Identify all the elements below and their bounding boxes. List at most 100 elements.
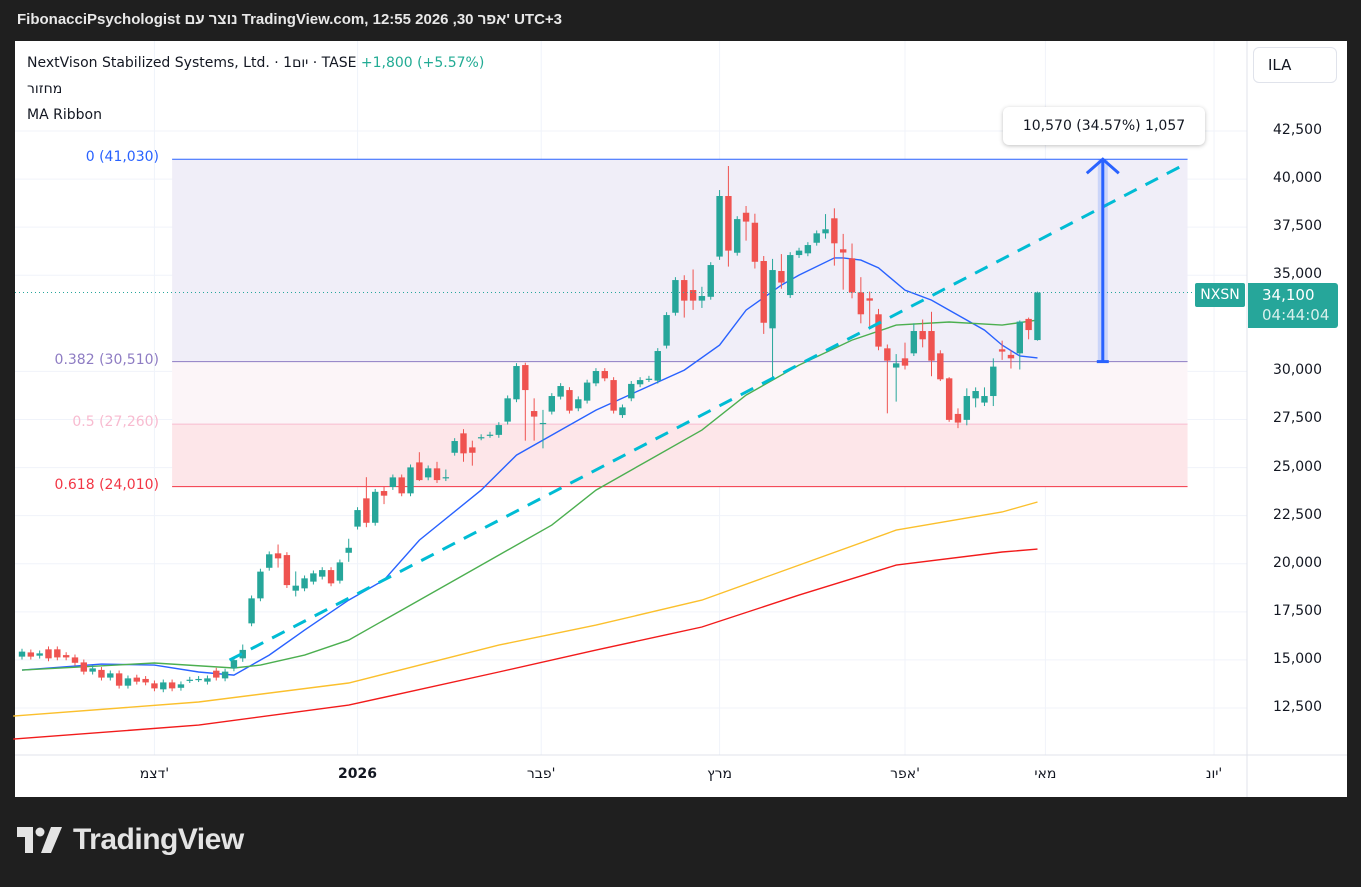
candle xyxy=(663,312,670,349)
candle-body xyxy=(89,668,96,672)
candle-body xyxy=(442,477,450,479)
candle-body xyxy=(610,380,617,411)
last-price-badge: 34,100 04:44:04 xyxy=(1248,283,1338,328)
candle xyxy=(107,670,114,681)
candle-body xyxy=(27,652,35,657)
candle-body xyxy=(460,433,467,454)
candle-body xyxy=(654,351,661,381)
candle xyxy=(380,486,388,505)
candle-body xyxy=(354,510,361,527)
candle xyxy=(945,377,953,422)
candle-body xyxy=(177,684,185,688)
candle xyxy=(168,679,176,692)
candle xyxy=(875,308,882,351)
candle xyxy=(707,262,714,300)
legend-volume[interactable]: מחזור xyxy=(27,81,62,97)
candle-body xyxy=(628,383,635,399)
fib-zone-0.382 xyxy=(172,361,1188,425)
candle-body xyxy=(822,229,829,234)
candle xyxy=(610,377,617,414)
candle-body xyxy=(910,331,918,354)
tradingview-logo: TradingView xyxy=(17,823,244,857)
price-tick-label: 37,500 xyxy=(1273,218,1322,235)
candle-body xyxy=(725,196,732,251)
candle-body xyxy=(972,391,979,399)
fib-level-label: 0.5 (27,260) xyxy=(72,414,159,431)
candle xyxy=(221,668,229,682)
candle-body xyxy=(213,670,220,678)
candle-body xyxy=(937,353,944,380)
candle-body xyxy=(327,570,335,584)
candle xyxy=(716,190,723,260)
candle-body xyxy=(751,222,759,262)
candle-body xyxy=(266,554,273,568)
candle-body xyxy=(62,655,70,658)
candle-body xyxy=(257,571,264,599)
candle-body xyxy=(919,331,926,340)
candle-body xyxy=(566,390,573,411)
candle xyxy=(213,667,220,681)
candle-body xyxy=(645,378,653,380)
candle-body xyxy=(398,477,405,494)
time-tick-label: מאי xyxy=(1034,766,1057,782)
candle-body xyxy=(557,386,564,397)
candle-body xyxy=(416,462,423,481)
candle-body xyxy=(142,678,149,683)
fib-level-label: 0 (41,030) xyxy=(85,149,159,166)
candle xyxy=(336,559,344,584)
candle-body xyxy=(98,669,105,678)
currency-button[interactable]: ILA xyxy=(1253,47,1337,83)
candle-body xyxy=(230,660,238,669)
candle xyxy=(513,363,520,403)
candle-body xyxy=(734,219,741,253)
candle-body xyxy=(469,447,476,453)
candle xyxy=(583,379,591,404)
legend-symbol[interactable]: NextVison Stabilized Systems, Ltd. · 1יו… xyxy=(27,55,484,71)
candle xyxy=(195,676,202,683)
candle-body xyxy=(115,673,123,686)
candle-body xyxy=(1016,321,1023,354)
candle-body xyxy=(36,653,43,656)
candle-body xyxy=(778,271,785,283)
candle xyxy=(115,670,123,689)
candle-body xyxy=(928,331,935,361)
candle-body xyxy=(998,349,1006,352)
candle xyxy=(54,646,61,661)
candle xyxy=(937,350,944,382)
candle-body xyxy=(760,261,767,323)
time-tick-label: פבר' xyxy=(526,766,556,782)
candle-body xyxy=(451,441,458,453)
candle-body xyxy=(681,280,688,301)
candle-body xyxy=(195,678,202,681)
moving-average-line xyxy=(13,501,1038,717)
candle xyxy=(734,216,741,256)
candle-body xyxy=(672,280,679,313)
candle-body xyxy=(407,467,414,494)
candle-body xyxy=(857,292,865,315)
candle-body xyxy=(248,598,255,624)
moving-average-line xyxy=(13,548,1038,740)
last-price: 34,100 xyxy=(1262,286,1315,304)
candle-body xyxy=(716,196,723,257)
candle xyxy=(354,507,361,530)
price-tick-label: 20,000 xyxy=(1273,554,1322,571)
candle xyxy=(133,674,140,685)
candle-body xyxy=(707,265,714,297)
price-tick-label: 30,000 xyxy=(1273,362,1322,379)
candle xyxy=(760,256,767,334)
candle-body xyxy=(795,250,803,256)
candle xyxy=(186,676,193,683)
time-tick-label: יונ' xyxy=(1205,766,1223,782)
candle-body xyxy=(45,649,52,659)
candle xyxy=(628,381,635,402)
candle-body xyxy=(513,366,520,400)
candle xyxy=(204,675,211,685)
candle-body xyxy=(698,296,706,301)
legend-ma-ribbon[interactable]: MA Ribbon xyxy=(27,107,102,123)
candle-body xyxy=(619,407,626,416)
candle-body xyxy=(1025,318,1032,331)
candle-body xyxy=(592,371,600,384)
candle xyxy=(257,568,264,602)
candle-body xyxy=(319,570,326,577)
candle-body xyxy=(283,555,291,586)
